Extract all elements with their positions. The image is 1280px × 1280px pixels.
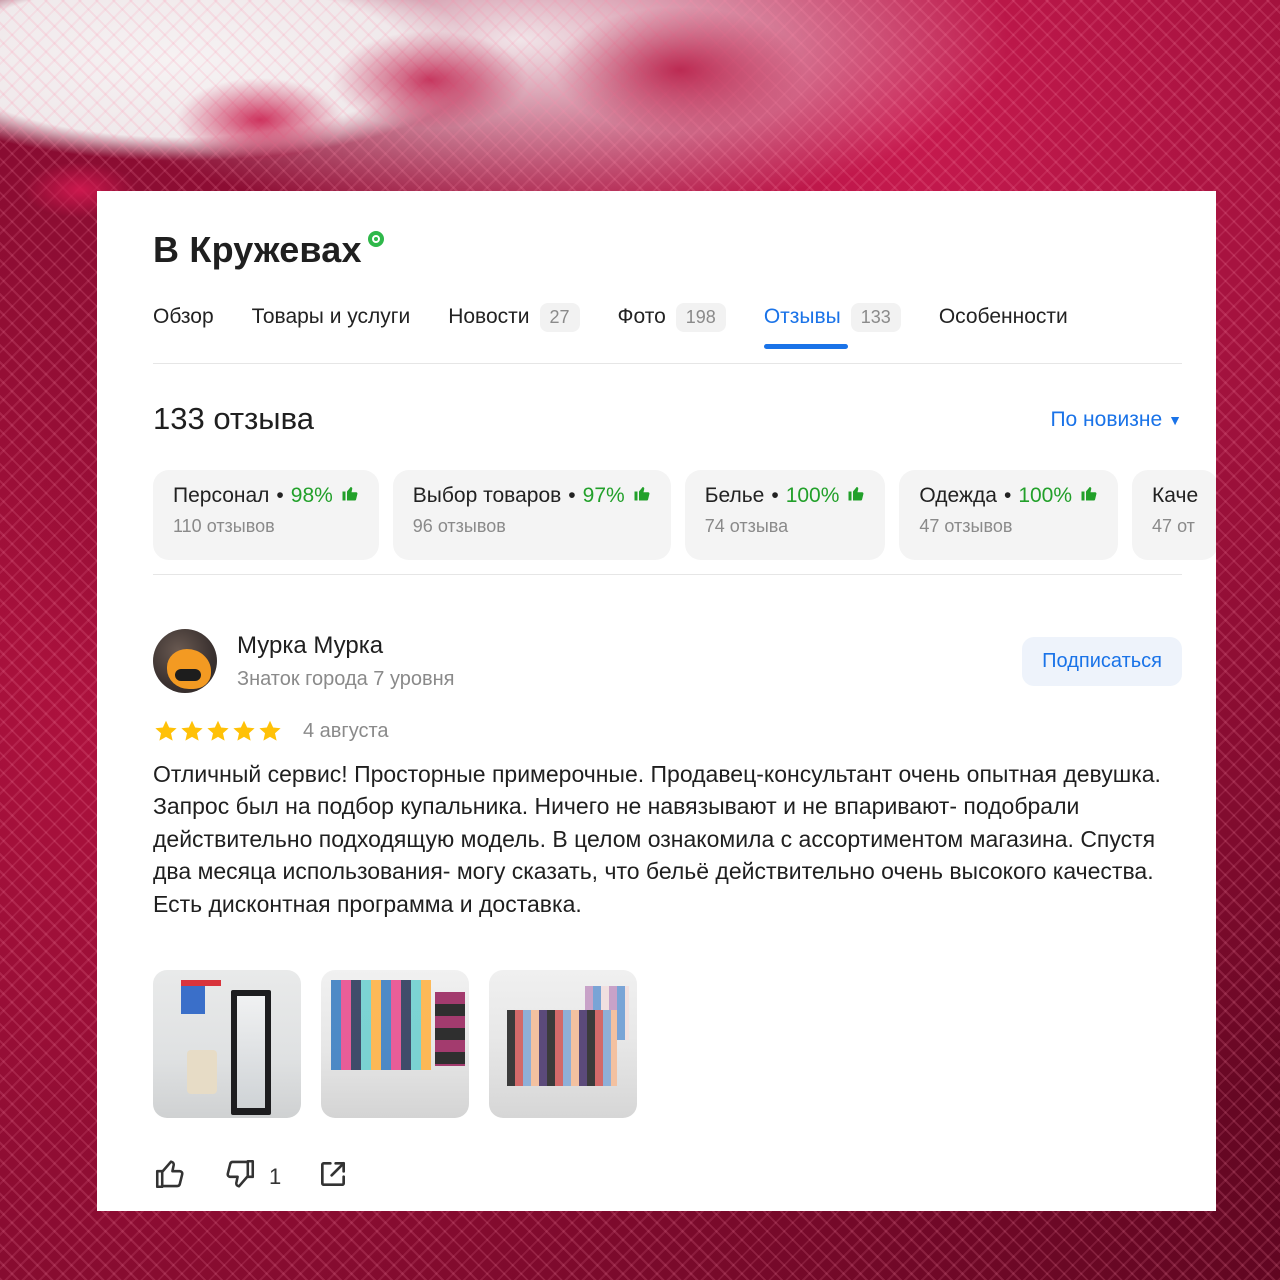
thumbs-up-icon <box>1080 484 1098 508</box>
tab-products[interactable]: Товары и услуги <box>252 299 411 335</box>
title-row: В Кружевах <box>153 229 384 271</box>
share-button[interactable] <box>317 1158 349 1196</box>
tab-count-badge: 198 <box>675 302 726 332</box>
tab-label: Товары и услуги <box>251 305 411 328</box>
avatar[interactable] <box>153 629 217 693</box>
share-icon <box>317 1158 349 1196</box>
swimwear-display <box>331 980 431 1070</box>
thumbs-up-icon <box>633 484 651 508</box>
star-icon <box>233 720 255 741</box>
tab-label: Особенности <box>938 305 1068 328</box>
dislike-button[interactable]: 1 <box>223 1157 281 1197</box>
aspect-percent: 100% <box>1018 484 1073 507</box>
aspect-chip-staff[interactable]: Персонал • 98% 110 отзывов <box>153 470 379 560</box>
aspect-label: Персонал <box>173 484 270 507</box>
aspect-label: Выбор товаров <box>412 484 562 507</box>
thumbs-up-icon <box>153 1157 187 1197</box>
tab-overview[interactable]: Обзор <box>153 299 214 335</box>
aspect-chips: Персонал • 98% 110 отзывов Выбор товаров… <box>153 470 1216 560</box>
tab-reviews[interactable]: Отзывы 133 <box>763 299 901 349</box>
rating-row: 4 августа <box>153 718 389 744</box>
aspect-count: 47 отзывов <box>919 516 1013 536</box>
separator-dot: • <box>1003 484 1012 507</box>
aspect-chip-selection[interactable]: Выбор товаров • 97% 96 отзывов <box>392 470 671 560</box>
review-photo-fitting-room[interactable] <box>153 970 301 1118</box>
review-card: В Кружевах Обзор Товары и услуги Новости… <box>97 191 1216 1211</box>
aspect-count: 47 от <box>1152 516 1195 536</box>
review-text: Отличный сервис! Просторные примерочные.… <box>153 761 1161 917</box>
tab-label: Фото <box>617 305 666 328</box>
aspect-label: Белье <box>704 484 765 507</box>
separator-dot: • <box>568 484 576 507</box>
author-info: Мурка Мурка Знаток города 7 уровня <box>237 632 455 691</box>
mirror-door <box>231 990 271 1115</box>
star-icon <box>259 720 281 741</box>
aspect-count: 110 отзывов <box>173 516 275 536</box>
tab-count-badge: 133 <box>850 302 901 332</box>
aspect-count: 74 отзыва <box>704 516 789 536</box>
review-author: Мурка Мурка Знаток города 7 уровня <box>153 629 455 693</box>
tab-news[interactable]: Новости 27 <box>448 299 580 335</box>
aspect-percent: 97% <box>582 484 625 507</box>
subscribe-button[interactable]: Подписаться <box>1022 637 1182 686</box>
tab-label: Обзор <box>153 305 214 328</box>
thumbs-down-icon <box>223 1157 257 1197</box>
aspect-percent: 98% <box>290 484 333 507</box>
separator-dot: • <box>276 484 284 507</box>
swimwear-display-side <box>435 992 465 1066</box>
aspect-percent: 100% <box>785 484 840 507</box>
star-icon <box>181 720 203 741</box>
thumbs-up-icon <box>341 484 359 508</box>
review-photos <box>153 970 657 1118</box>
aspect-count: 96 отзывов <box>412 516 506 536</box>
tab-label: Отзывы <box>763 305 841 328</box>
review-photo-swimwear-wall[interactable] <box>321 970 469 1118</box>
dislike-count: 1 <box>269 1164 282 1189</box>
tabs-divider <box>153 363 1182 364</box>
aspect-chip-lingerie[interactable]: Белье • 100% 74 отзыва <box>684 470 886 560</box>
sort-dropdown[interactable]: По новизне ▼ <box>1050 408 1182 432</box>
verified-badge-icon <box>367 231 384 247</box>
tab-photos[interactable]: Фото 198 <box>618 299 726 335</box>
aspects-divider <box>153 574 1182 575</box>
reviews-count-heading: 133 отзыва <box>153 401 314 436</box>
wall-sign <box>181 980 221 1014</box>
clothing-rack <box>507 1010 617 1086</box>
sort-label: По новизне <box>1050 408 1163 431</box>
aspect-chip-clothing[interactable]: Одежда • 100% 47 отзывов <box>899 470 1119 560</box>
author-level: Знаток города 7 уровня <box>237 667 455 690</box>
tab-label: Новости <box>448 305 530 328</box>
review-actions: 1 <box>153 1157 385 1197</box>
tab-features[interactable]: Особенности <box>939 299 1068 335</box>
business-name: В Кружевах <box>153 229 362 270</box>
chair <box>187 1050 217 1094</box>
star-icon <box>207 720 229 741</box>
tab-count-badge: 27 <box>539 302 580 332</box>
review-photo-clothing-racks[interactable] <box>489 970 637 1118</box>
aspect-label: Каче <box>1152 484 1199 507</box>
aspect-chip-quality[interactable]: Каче 47 от <box>1132 470 1216 560</box>
star-icon <box>155 720 177 741</box>
author-name[interactable]: Мурка Мурка <box>237 632 455 660</box>
separator-dot: • <box>771 484 779 507</box>
star-rating <box>153 718 283 744</box>
thumbs-up-icon <box>847 484 865 508</box>
tab-bar: Обзор Товары и услуги Новости 27 Фото 19… <box>153 299 1106 349</box>
like-button[interactable] <box>153 1157 187 1197</box>
aspect-label: Одежда <box>919 484 997 507</box>
review-date: 4 августа <box>303 719 389 742</box>
caret-down-icon: ▼ <box>1168 412 1182 428</box>
